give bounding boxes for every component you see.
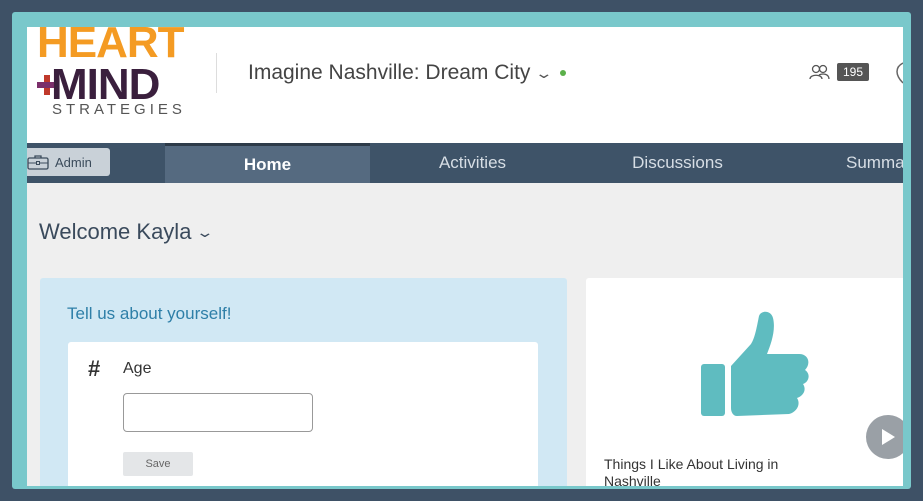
admin-button[interactable]: Admin — [27, 148, 110, 176]
save-button[interactable]: Save — [123, 452, 193, 476]
header: HEART MIND STRATEGIES Imagine Nashville:… — [27, 27, 903, 143]
status-dot-icon — [560, 70, 567, 76]
thumbs-up-icon — [701, 311, 809, 416]
activity-title: Things I Like About Living in Nashville — [604, 456, 779, 486]
tab-discussions-label: Discussions — [632, 153, 723, 172]
user-menu-icon[interactable] — [893, 61, 903, 85]
logo-strategies-text: STRATEGIES — [52, 101, 186, 118]
profile-card-heading: Tell us about yourself! — [67, 304, 232, 323]
play-button[interactable] — [866, 415, 903, 459]
tab-activities-label: Activities — [438, 153, 507, 172]
age-question-panel: # Age Save — [68, 342, 538, 486]
participants-button[interactable]: 195 — [809, 63, 870, 81]
chevron-down-icon: ⌄ — [195, 223, 215, 240]
header-divider — [216, 53, 217, 93]
hash-icon: # — [88, 356, 101, 381]
tab-home-label: Home — [243, 154, 292, 174]
tab-discussions[interactable]: Discussions — [575, 143, 780, 183]
tab-summary[interactable]: Summa — [780, 143, 903, 183]
age-input[interactable] — [123, 393, 313, 432]
event-selector[interactable]: Imagine Nashville: Dream City ⌄ — [248, 61, 567, 85]
people-icon — [809, 64, 830, 80]
app-screen: HEART MIND STRATEGIES Imagine Nashville:… — [27, 27, 903, 486]
event-title: Imagine Nashville: Dream City — [248, 61, 531, 84]
admin-label: Admin — [55, 154, 92, 170]
tab-summary-label: Summa — [846, 153, 903, 172]
welcome-text: Welcome Kayla — [39, 219, 192, 244]
profile-card: Tell us about yourself! # Age Save — [40, 278, 567, 486]
tab-home[interactable]: Home — [165, 143, 370, 183]
activity-card[interactable]: Things I Like About Living in Nashville — [586, 278, 903, 486]
chevron-down-icon: ⌄ — [534, 64, 554, 81]
tab-activities[interactable]: Activities — [370, 143, 575, 183]
age-label: Age — [123, 360, 152, 377]
participant-count-badge: 195 — [837, 63, 870, 81]
play-icon — [882, 429, 895, 445]
main-nav: Admin Home Activities Discussions Summa — [27, 143, 903, 183]
heart-mind-logo[interactable]: HEART MIND STRATEGIES — [37, 27, 207, 122]
welcome-menu[interactable]: Welcome Kayla ⌄ — [39, 219, 215, 245]
briefcase-icon — [27, 155, 49, 170]
